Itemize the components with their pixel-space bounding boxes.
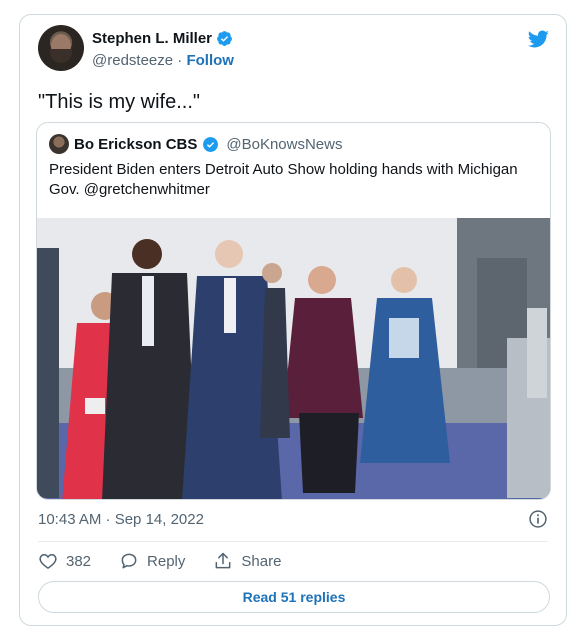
share-label: Share <box>241 552 282 570</box>
quoted-photo[interactable] <box>37 218 551 500</box>
reply-button[interactable]: Reply <box>119 551 185 571</box>
reply-icon <box>121 553 137 569</box>
quoted-header: Bo Erickson CBS @BoKnowsNews <box>49 134 342 154</box>
author-name[interactable]: Stephen L. Miller <box>92 30 212 47</box>
heart-icon <box>39 553 57 569</box>
info-icon[interactable] <box>528 509 548 529</box>
author-avatar[interactable] <box>38 25 84 71</box>
twitter-bird-icon[interactable] <box>526 28 550 50</box>
verified-badge-icon <box>203 136 219 152</box>
tweet-card: Stephen L. Miller @redsteeze · Follow "T… <box>19 14 567 626</box>
like-button[interactable]: 382 <box>38 551 91 571</box>
author-handle[interactable]: @redsteeze <box>92 52 173 69</box>
follow-button[interactable]: Follow <box>186 52 234 69</box>
author-name-row: Stephen L. Miller <box>92 30 233 47</box>
action-bar: 382 Reply Share <box>38 551 309 571</box>
author-handle-row: @redsteeze · Follow <box>92 52 234 69</box>
tweet-timestamp[interactable]: 10:43 AM · Sep 14, 2022 <box>38 511 204 528</box>
read-replies-button[interactable]: Read 51 replies <box>38 581 550 613</box>
share-button[interactable]: Share <box>213 551 281 571</box>
share-icon <box>215 552 231 569</box>
reply-label: Reply <box>147 552 186 570</box>
quoted-avatar[interactable] <box>49 134 69 154</box>
tweet-text: "This is my wife..." <box>38 91 200 113</box>
quoted-handle: @BoKnowsNews <box>226 135 343 153</box>
quoted-name: Bo Erickson CBS <box>74 135 198 153</box>
like-count: 382 <box>66 552 92 570</box>
divider <box>38 541 548 542</box>
quoted-text: President Biden enters Detroit Auto Show… <box>49 161 518 198</box>
quoted-tweet[interactable]: Bo Erickson CBS @BoKnowsNews President B… <box>36 122 551 500</box>
avatar-beard <box>50 49 72 63</box>
handle-separator: · <box>177 52 183 69</box>
verified-badge-icon <box>217 31 232 46</box>
